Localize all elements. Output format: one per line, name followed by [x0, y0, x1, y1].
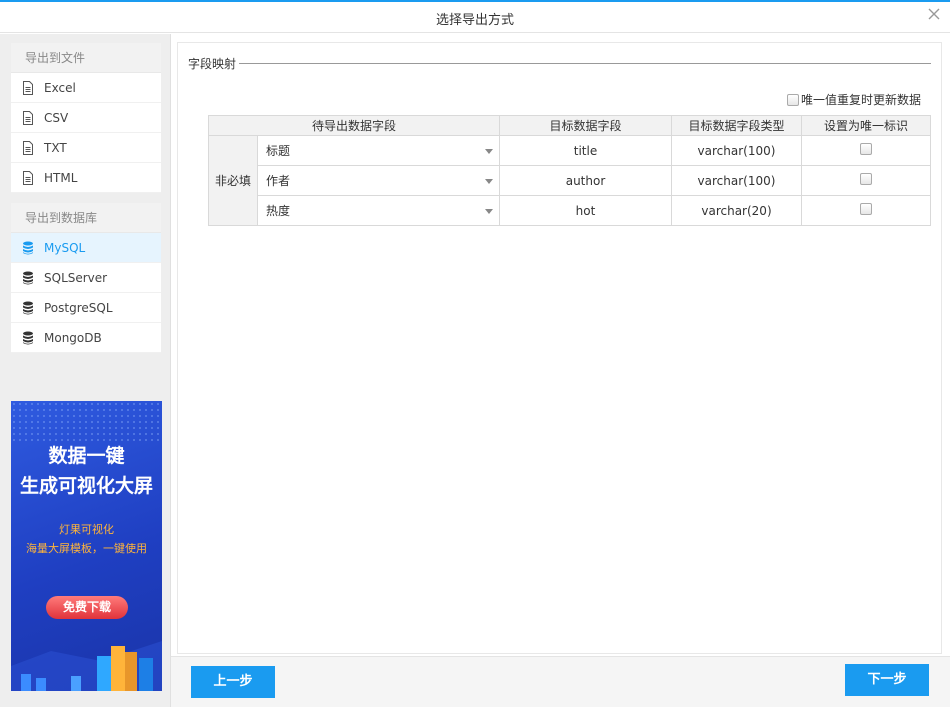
banner-dots [11, 401, 162, 441]
field-mapping-panel: 字段映射 唯一值重复时更新数据 待导出数据字段 目标数据字段 目标数据字段类型 … [177, 42, 942, 654]
unique-key-checkbox[interactable] [860, 203, 872, 215]
sidebar-item-label: HTML [44, 171, 78, 185]
section-divider [236, 63, 931, 64]
db-group-header: 导出到数据库 [11, 203, 161, 233]
footer-bar: 上一步 下一步 [171, 656, 950, 707]
bar-chart-illustration [11, 641, 162, 691]
unique-update-option[interactable]: 唯一值重复时更新数据 [786, 91, 921, 108]
sidebar-item-label: PostgreSQL [44, 301, 113, 315]
sidebar-item-label: Excel [44, 81, 76, 95]
table-row: 热度 hot varchar(20) [209, 195, 931, 226]
file-icon [23, 171, 33, 185]
database-export-group: 导出到数据库 MySQL SQLServer PostgreSQL MongoD… [11, 203, 161, 353]
source-field-select[interactable]: 作者 [257, 165, 500, 196]
unique-key-checkbox[interactable] [860, 173, 872, 185]
unique-key-cell [801, 195, 931, 226]
optional-group-label: 非必填 [208, 135, 258, 226]
unique-key-checkbox[interactable] [860, 143, 872, 155]
unique-key-cell [801, 165, 931, 196]
database-icon [23, 241, 33, 255]
database-icon [23, 331, 33, 345]
file-group-header: 导出到文件 [11, 43, 161, 73]
promo-banner[interactable]: 数据一键 生成可视化大屏 灯果可视化 海量大屏模板，一键使用 免费下载 [11, 401, 162, 691]
title-bar: 选择导出方式 [0, 2, 950, 33]
table-header-row: 待导出数据字段 目标数据字段 目标数据字段类型 设置为唯一标识 [208, 115, 931, 136]
file-icon [23, 111, 33, 125]
sidebar-item-mongodb[interactable]: MongoDB [11, 323, 161, 353]
export-dialog: 选择导出方式 导出到文件 Excel CSV TXT HTML 导出到数据库 M… [0, 0, 950, 707]
target-field: author [499, 165, 672, 196]
banner-headline-2: 生成可视化大屏 [19, 475, 153, 497]
table-row: 作者 author varchar(100) [209, 165, 931, 196]
file-icon [23, 141, 33, 155]
source-field-select[interactable]: 标题 [257, 135, 500, 166]
sidebar-item-sqlserver[interactable]: SQLServer [11, 263, 161, 293]
sidebar-item-label: MySQL [44, 241, 86, 255]
target-field-type: varchar(20) [671, 195, 802, 226]
sidebar-item-html[interactable]: HTML [11, 163, 161, 193]
sidebar-item-label: TXT [44, 141, 67, 155]
target-field: hot [499, 195, 672, 226]
sidebar-item-label: SQLServer [44, 271, 108, 285]
file-export-group: 导出到文件 Excel CSV TXT HTML [11, 43, 161, 193]
banner-subtitle-2: 海量大屏模板，一键使用 [26, 542, 147, 555]
column-header-unique: 设置为唯一标识 [801, 115, 931, 136]
unique-update-label: 唯一值重复时更新数据 [800, 93, 921, 107]
sidebar-item-txt[interactable]: TXT [11, 133, 161, 163]
sidebar-item-label: CSV [44, 111, 69, 125]
sidebar-item-label: MongoDB [44, 331, 102, 345]
column-header-target: 目标数据字段 [499, 115, 672, 136]
dialog-title: 选择导出方式 [435, 13, 514, 28]
close-icon[interactable] [926, 6, 942, 22]
source-field-value: 热度 [266, 204, 291, 218]
field-mapping-table: 待导出数据字段 目标数据字段 目标数据字段类型 设置为唯一标识 非必填 标题 t… [208, 115, 931, 226]
column-header-source: 待导出数据字段 [208, 115, 500, 136]
target-field: title [499, 135, 672, 166]
unique-key-cell [801, 135, 931, 166]
banner-download-button[interactable]: 免费下载 [46, 596, 128, 619]
section-title: 字段映射 [188, 55, 240, 72]
target-field-type: varchar(100) [671, 135, 802, 166]
next-step-button[interactable]: 下一步 [845, 664, 929, 696]
table-row: 非必填 标题 title varchar(100) [208, 135, 931, 226]
banner-subtitle-1: 灯果可视化 [59, 523, 114, 536]
database-icon [23, 301, 33, 315]
sidebar-item-postgresql[interactable]: PostgreSQL [11, 293, 161, 323]
sidebar-item-csv[interactable]: CSV [11, 103, 161, 133]
dropdown-arrow-icon[interactable] [485, 149, 493, 154]
dropdown-arrow-icon[interactable] [485, 209, 493, 214]
dropdown-arrow-icon[interactable] [485, 179, 493, 184]
source-field-select[interactable]: 热度 [257, 195, 500, 226]
column-header-type: 目标数据字段类型 [671, 115, 802, 136]
banner-headline-1: 数据一键 [48, 445, 125, 467]
sidebar: 导出到文件 Excel CSV TXT HTML 导出到数据库 MySQL SQ… [0, 34, 171, 707]
database-icon [23, 271, 33, 285]
prev-step-button[interactable]: 上一步 [191, 666, 275, 698]
target-field-type: varchar(100) [671, 165, 802, 196]
source-field-value: 标题 [266, 144, 291, 158]
source-field-value: 作者 [266, 174, 291, 188]
unique-update-checkbox[interactable] [786, 93, 799, 106]
sidebar-item-mysql[interactable]: MySQL [11, 233, 161, 263]
file-icon [23, 81, 33, 95]
sidebar-item-excel[interactable]: Excel [11, 73, 161, 103]
